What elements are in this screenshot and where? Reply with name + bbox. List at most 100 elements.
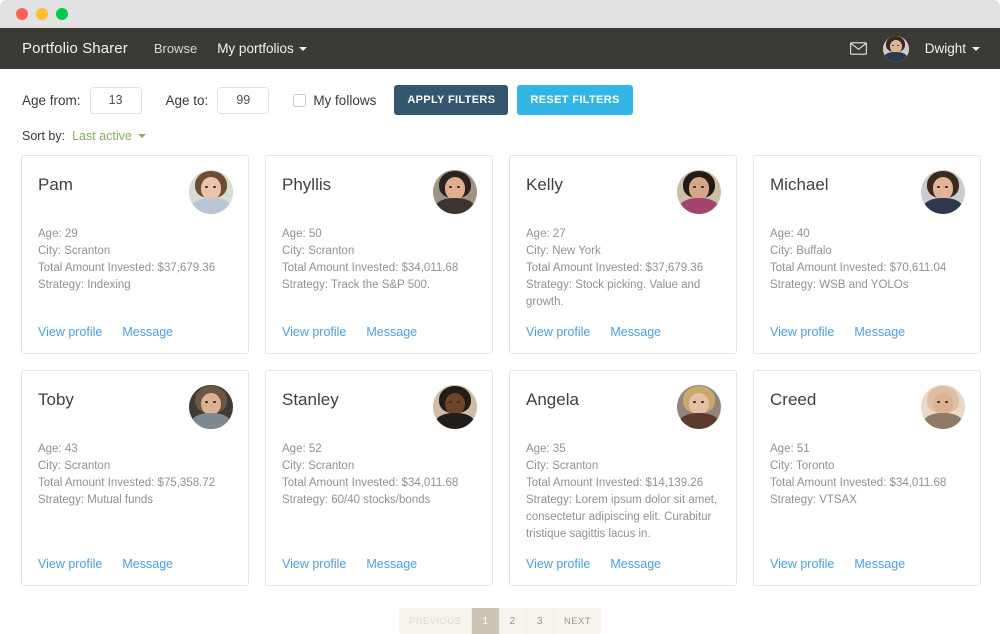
profile-card-header: Pam [38, 170, 233, 214]
nav-item-my-portfolios-label: My portfolios [217, 41, 294, 56]
profile-card-header: Kelly [526, 170, 721, 214]
envelope-icon[interactable] [849, 42, 867, 55]
profile-avatar[interactable] [433, 385, 477, 430]
profile-city: City: Scranton [282, 245, 355, 258]
profile-avatar[interactable] [189, 170, 233, 214]
profile-age: Age: 29 [38, 228, 78, 240]
profile-avatar-image [433, 385, 477, 430]
profile-card-actions: View profile Message [770, 311, 965, 339]
avatar-image [882, 35, 909, 62]
profile-invested: Total Amount Invested: $70,611.04 [770, 262, 947, 275]
profile-invested: Total Amount Invested: $34,011.68 [282, 477, 459, 490]
profile-name: Phyllis [282, 175, 332, 194]
minimize-window-button[interactable] [36, 8, 48, 20]
maximize-window-button[interactable] [56, 8, 68, 20]
message-link[interactable]: Message [854, 557, 905, 571]
view-profile-link[interactable]: View profile [526, 325, 590, 339]
age-from-input[interactable] [89, 86, 142, 114]
profile-avatar[interactable] [677, 170, 721, 214]
pagination-next[interactable]: NEXT [554, 608, 601, 634]
message-link[interactable]: Message [610, 557, 661, 571]
profile-avatar[interactable] [433, 170, 477, 214]
profile-avatar[interactable] [189, 385, 233, 430]
my-follows-label: My follows [313, 92, 377, 108]
profile-city: City: Scranton [38, 245, 111, 258]
profile-age: Age: 43 [38, 443, 78, 456]
profile-card: Creed Age: 51 City: Toronto Total Amount In… [753, 370, 981, 587]
message-link[interactable]: Message [610, 325, 661, 339]
profile-strategy: Strategy: Stock picking. Value and growt… [526, 279, 701, 309]
view-profile-link[interactable]: View profile [770, 557, 834, 571]
view-profile-link[interactable]: View profile [526, 557, 590, 571]
nav-item-browse[interactable]: Browse [154, 41, 197, 56]
profile-card: Toby Age: 43 City: Scranton Total Amount In… [21, 370, 249, 587]
profile-age: Age: 40 [770, 228, 810, 240]
view-profile-link[interactable]: View profile [38, 325, 102, 339]
chevron-down-icon [298, 46, 307, 51]
profile-name: Toby [38, 390, 74, 410]
profile-cards-grid: Pam Age: 29 City: Scranton Total Amount Inv… [0, 155, 1000, 587]
profile-card-header: Angela [526, 385, 721, 430]
profile-name: Kelly [526, 175, 563, 194]
profile-invested: Total Amount Invested: $37,679.36 [526, 262, 704, 275]
profile-name: Pam [38, 175, 73, 194]
profile-invested: Total Amount Invested: $14,139.26 [526, 477, 704, 490]
profile-avatar-image [677, 385, 721, 430]
message-link[interactable]: Message [366, 325, 417, 339]
message-link[interactable]: Message [366, 557, 417, 571]
view-profile-link[interactable]: View profile [282, 325, 346, 339]
pagination-page-1[interactable]: 1 [472, 608, 500, 634]
profile-details: Age: 43 City: Scranton Total Amount Invest… [38, 441, 233, 509]
pagination-previous[interactable]: PREVIOUS [399, 608, 473, 634]
view-profile-link[interactable]: View profile [282, 557, 346, 571]
profile-invested: Total Amount Invested: $75,358.72 [38, 477, 216, 490]
avatar[interactable] [882, 35, 909, 62]
profile-strategy: Strategy: VTSAX [770, 494, 857, 507]
message-link[interactable]: Message [854, 325, 905, 339]
profile-strategy: Strategy: 60/40 stocks/bonds [282, 494, 431, 507]
sort-bar: Sort by: Last active [0, 129, 1000, 155]
profile-city: City: Toronto [770, 460, 835, 473]
profile-invested: Total Amount Invested: $34,011.68 [282, 262, 459, 275]
chevron-down-icon [972, 46, 980, 51]
profile-avatar-image [677, 170, 721, 214]
brand-logo[interactable]: Portfolio Sharer [22, 40, 128, 57]
pagination-page-3[interactable]: 3 [526, 608, 555, 634]
nav-item-my-portfolios[interactable]: My portfolios [217, 41, 307, 56]
profile-avatar[interactable] [677, 385, 721, 430]
user-menu[interactable]: Dwight [925, 41, 980, 56]
view-profile-link[interactable]: View profile [38, 557, 102, 571]
profile-card-actions: View profile Message [526, 311, 721, 339]
filter-bar: Age from: Age to: My follows APPLY FILTE… [0, 69, 1000, 129]
profile-card-actions: View profile Message [282, 543, 477, 571]
profile-card-actions: View profile Message [770, 543, 965, 571]
profile-card-actions: View profile Message [282, 311, 477, 339]
apply-filters-button[interactable]: APPLY FILTERS [394, 85, 509, 115]
profile-avatar-image [189, 170, 233, 214]
profile-invested: Total Amount Invested: $34,011.68 [770, 477, 947, 490]
reset-filters-button[interactable]: RESET FILTERS [517, 85, 633, 115]
profile-card-actions: View profile Message [526, 543, 721, 571]
profile-card: Kelly Age: 27 City: New York Total Amount I… [509, 155, 737, 355]
view-profile-link[interactable]: View profile [770, 325, 834, 339]
age-from-label: Age from: [22, 92, 81, 108]
profile-strategy: Strategy: WSB and YOLOs [770, 279, 909, 292]
profile-card-header: Phyllis [282, 170, 477, 214]
close-window-button[interactable] [16, 8, 28, 20]
sort-by-label: Sort by: [22, 129, 66, 143]
age-to-input[interactable] [217, 86, 270, 114]
pagination-wrapper: PREVIOUS 1 2 3 NEXT [0, 608, 1000, 634]
sort-by-dropdown[interactable]: Last active [72, 129, 146, 143]
message-link[interactable]: Message [122, 325, 173, 339]
profile-avatar-image [921, 385, 965, 430]
pagination-page-2[interactable]: 2 [499, 608, 527, 634]
profile-avatar[interactable] [921, 170, 965, 214]
chevron-down-icon [137, 134, 146, 138]
profile-avatar[interactable] [921, 385, 965, 430]
message-link[interactable]: Message [122, 557, 173, 571]
checkbox-box-icon [293, 93, 307, 107]
profile-city: City: Scranton [38, 460, 111, 473]
profile-avatar-image [921, 170, 965, 214]
my-follows-checkbox[interactable]: My follows [293, 93, 376, 108]
profile-invested: Total Amount Invested: $37,679.36 [38, 262, 216, 275]
